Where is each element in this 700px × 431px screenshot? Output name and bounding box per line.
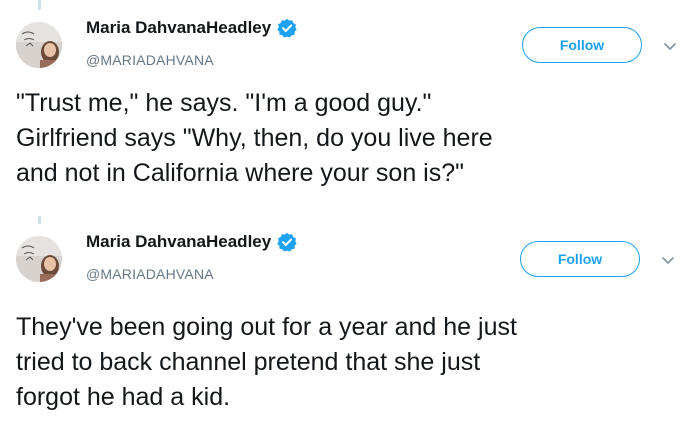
tweet-text: They've been going out for a year and he… [16, 313, 517, 411]
author-row: Maria DahvanaHeadley [86, 232, 297, 252]
tweet[interactable]: Maria DahvanaHeadley @MARIADAHVANA Follo… [0, 216, 700, 431]
avatar[interactable] [16, 236, 62, 282]
user-handle[interactable]: @MARIADAHVANA [86, 266, 214, 282]
display-name[interactable]: Maria DahvanaHeadley [86, 232, 271, 252]
verified-badge-icon [277, 232, 297, 252]
display-name[interactable]: Maria DahvanaHeadley [86, 18, 271, 38]
avatar[interactable] [16, 22, 62, 68]
chevron-down-icon[interactable] [660, 252, 676, 268]
thread-connector [38, 0, 41, 10]
chevron-down-icon[interactable] [662, 38, 678, 54]
thread-connector [38, 216, 41, 224]
user-handle[interactable]: @MARIADAHVANA [86, 52, 214, 68]
tweet[interactable]: Maria DahvanaHeadley @MARIADAHVANA Follo… [0, 0, 700, 216]
author-row: Maria DahvanaHeadley [86, 18, 297, 38]
verified-badge-icon [277, 18, 297, 38]
follow-button[interactable]: Follow [522, 27, 642, 63]
tweet-text: "Trust me," he says. "I'm a good guy." G… [16, 89, 493, 187]
follow-button[interactable]: Follow [520, 241, 640, 277]
